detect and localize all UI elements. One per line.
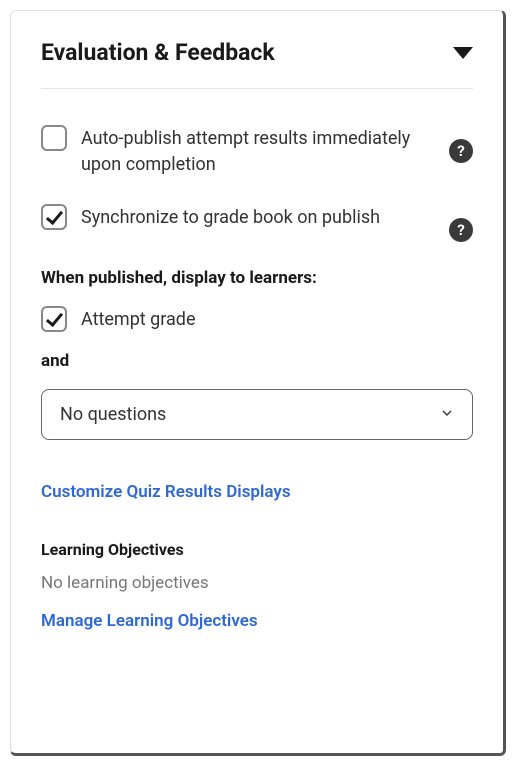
and-label: and bbox=[41, 351, 473, 371]
sync-gradebook-row: Synchronize to grade book on publish ? bbox=[41, 204, 473, 242]
learning-objectives-empty: No learning objectives bbox=[41, 573, 473, 593]
sync-gradebook-checkbox[interactable] bbox=[41, 204, 67, 230]
collapse-caret-icon[interactable] bbox=[453, 47, 473, 59]
auto-publish-label: Auto-publish attempt results immediately… bbox=[81, 125, 449, 178]
panel-title: Evaluation & Feedback bbox=[41, 39, 275, 66]
display-to-learners-heading: When published, display to learners: bbox=[41, 268, 473, 288]
customize-results-link[interactable]: Customize Quiz Results Displays bbox=[41, 482, 291, 502]
sync-gradebook-label: Synchronize to grade book on publish bbox=[81, 204, 449, 231]
panel-header[interactable]: Evaluation & Feedback bbox=[41, 39, 473, 89]
manage-objectives-link[interactable]: Manage Learning Objectives bbox=[41, 611, 258, 631]
help-icon[interactable]: ? bbox=[449, 218, 473, 242]
auto-publish-row: Auto-publish attempt results immediately… bbox=[41, 125, 473, 178]
auto-publish-checkbox[interactable] bbox=[41, 125, 67, 151]
evaluation-feedback-panel: Evaluation & Feedback Auto-publish attem… bbox=[10, 10, 506, 756]
questions-select-wrap: No questions bbox=[41, 389, 473, 440]
attempt-grade-row: Attempt grade bbox=[41, 306, 473, 333]
attempt-grade-label: Attempt grade bbox=[81, 306, 473, 333]
learning-objectives-heading: Learning Objectives bbox=[41, 540, 473, 559]
attempt-grade-checkbox[interactable] bbox=[41, 306, 67, 332]
questions-select[interactable]: No questions bbox=[41, 389, 473, 440]
help-icon[interactable]: ? bbox=[449, 139, 473, 163]
